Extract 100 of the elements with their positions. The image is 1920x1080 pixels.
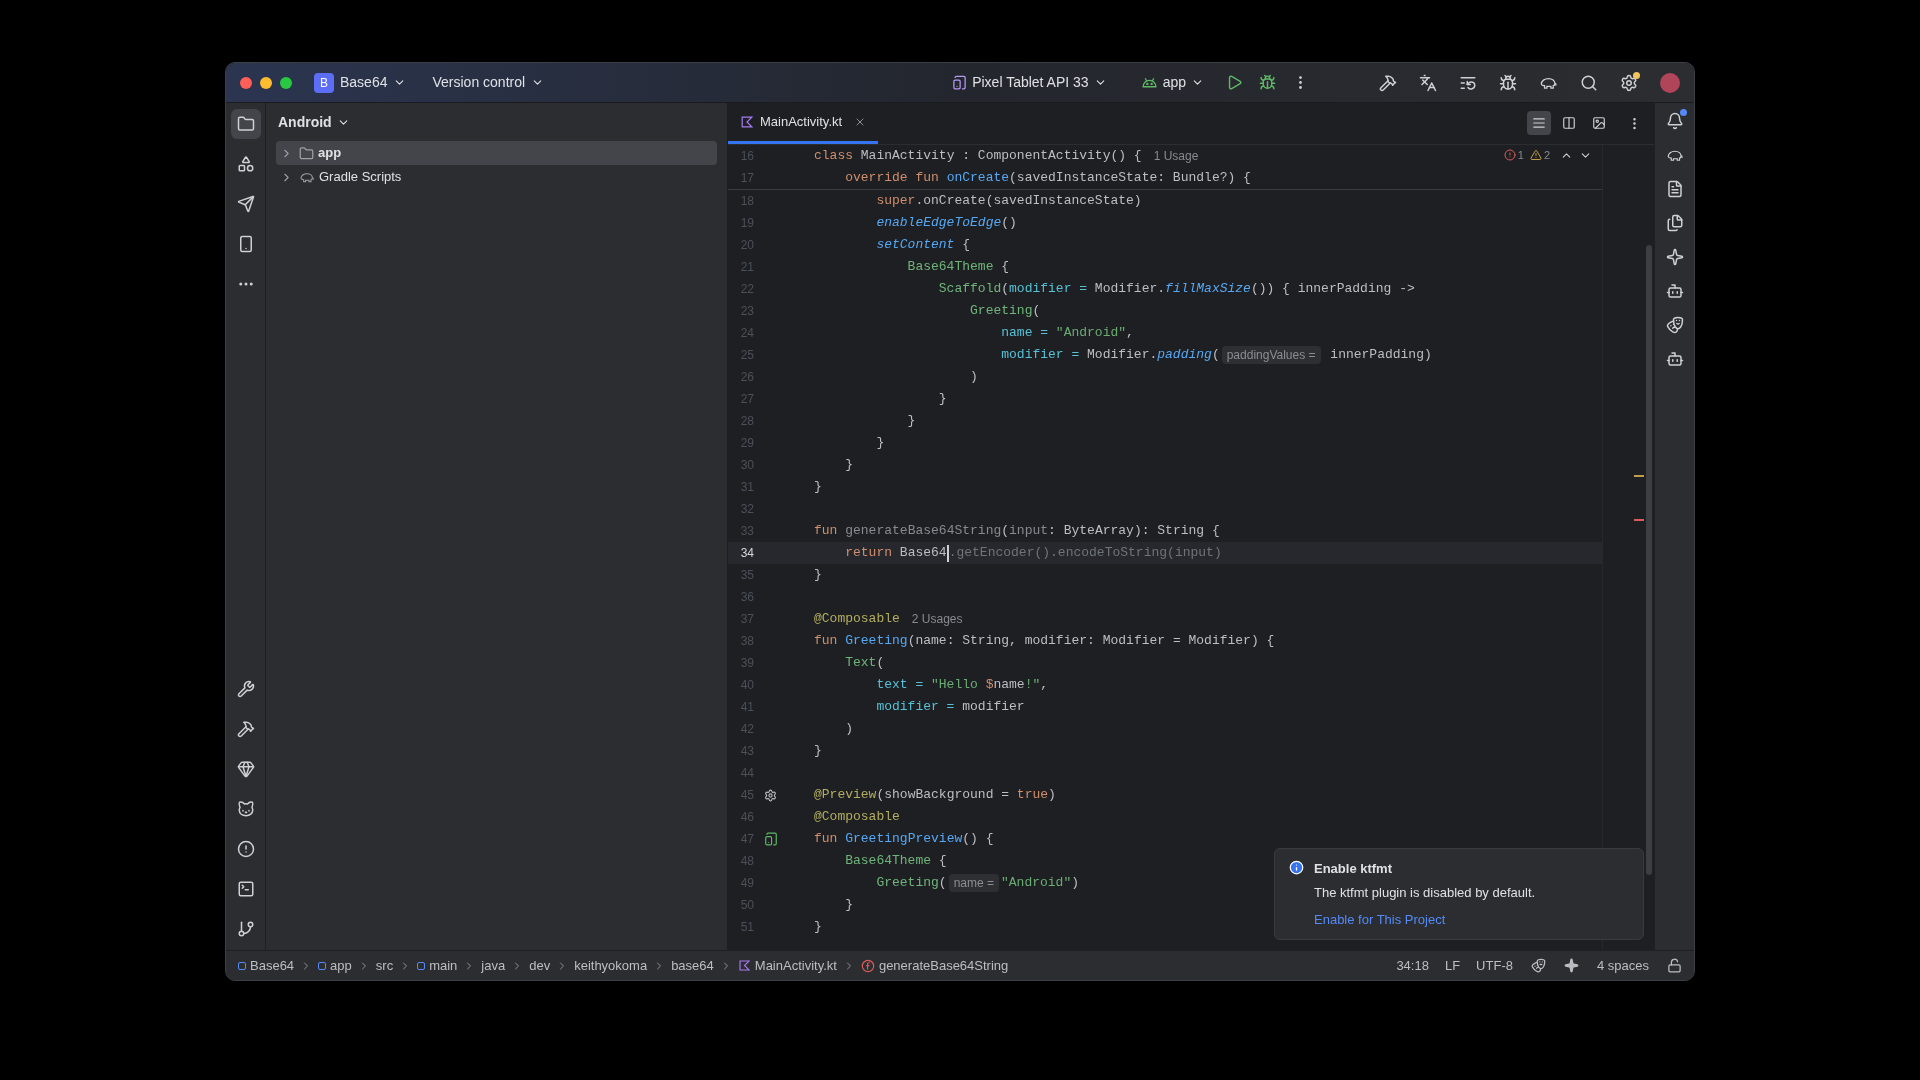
code-text: "Android")	[1001, 874, 1080, 893]
breadcrumb[interactable]: src	[375, 955, 394, 976]
code-text: @Composable	[814, 610, 900, 629]
settings-icon[interactable]	[1620, 73, 1638, 92]
breadcrumb[interactable]: dev	[529, 955, 551, 976]
code-text: )	[844, 720, 853, 739]
tree-item[interactable]: Gradle Scripts	[276, 165, 717, 189]
code-text: enableEdgeToEdge()	[875, 214, 1017, 233]
project-badge: B	[314, 72, 334, 93]
breadcrumb[interactable]: app	[318, 955, 352, 976]
code-text: }	[814, 478, 822, 497]
notification-title: Enable ktfmt	[1314, 859, 1393, 878]
indent-setting[interactable]: 4 spaces	[1596, 955, 1649, 976]
parameter-hint: name =	[948, 874, 999, 892]
code-text: override fun onCreate(savedInstanceState: Bundle?) {	[844, 169, 1251, 188]
code-text: }	[844, 896, 853, 915]
module-icon	[318, 961, 327, 970]
module-icon	[238, 961, 246, 970]
folder-icon[interactable]	[230, 109, 261, 139]
notification-message: The ktfmt plugin is disabled by default.	[1314, 884, 1536, 902]
code-text: Base64Theme {	[906, 258, 1010, 277]
run-config-selector[interactable]: app	[1140, 72, 1204, 93]
breadcrumb[interactable]: main	[417, 955, 458, 976]
masks-icon[interactable]	[1530, 958, 1546, 973]
code-text: @Preview(showBackground = true)	[814, 786, 1056, 805]
breadcrumb[interactable]: keithyokoma	[574, 955, 648, 976]
code-text: name = "Android",	[1000, 324, 1134, 343]
code-text: }	[875, 434, 885, 453]
sparkle-icon[interactable]	[1664, 247, 1685, 267]
kotlin-file-icon	[737, 959, 751, 972]
masks-icon[interactable]	[1664, 315, 1685, 335]
debug-icon[interactable]	[1259, 74, 1276, 91]
error-count[interactable]: 1	[1503, 147, 1524, 164]
enable-link[interactable]: Enable for This Project	[1314, 909, 1536, 929]
tree-item[interactable]: app	[276, 141, 717, 165]
code-text: text = "Hello $name!",	[875, 676, 1049, 695]
code-text: }	[814, 742, 822, 761]
info-icon	[1289, 859, 1304, 875]
scrollbar-thumb[interactable]	[1646, 245, 1652, 875]
function-icon	[860, 958, 875, 973]
code-text: return Base64	[844, 544, 947, 563]
robot-icon[interactable]	[1664, 281, 1685, 301]
code-text: }	[814, 918, 822, 937]
lines-icon[interactable]	[1527, 111, 1551, 135]
code-text: super.onCreate(savedInstanceState)	[875, 192, 1142, 211]
code-text: Scaffold(modifier = Modifier.fillMaxSize()) { innerPadding ->	[937, 280, 1415, 299]
code-text: .getEncoder().encodeToString(input)	[948, 544, 1222, 563]
breadcrumb[interactable]: MainActivity.kt	[737, 955, 837, 976]
preview-icon[interactable]	[764, 832, 778, 846]
close-window-button[interactable]	[240, 76, 252, 89]
code-text: innerPadding)	[1329, 346, 1432, 365]
robot-icon[interactable]	[1664, 349, 1685, 369]
warning-count[interactable]: 2	[1529, 147, 1550, 164]
caret-position[interactable]: 34:18	[1396, 955, 1429, 976]
line-separator[interactable]: LF	[1444, 955, 1461, 976]
search-icon[interactable]	[1580, 73, 1598, 92]
code-text: Base64Theme {	[844, 852, 947, 871]
code-text: modifier = modifier	[875, 698, 1025, 717]
usage-count[interactable]: 1 Usage	[1153, 147, 1199, 165]
code-text: )	[969, 368, 978, 387]
translate-icon[interactable]	[1419, 73, 1437, 92]
device-selector[interactable]: Pixel Tablet API 33	[952, 72, 1107, 93]
user-avatar[interactable]	[1660, 72, 1680, 93]
parameter-hint: paddingValues =	[1221, 346, 1321, 364]
project-view-selector[interactable]: Android	[276, 103, 717, 141]
code-text: }	[906, 412, 916, 431]
code-text: fun generateBase64String(input: ByteArray): String {	[814, 522, 1220, 541]
code-text: modifier = Modifier.padding(	[1000, 346, 1220, 365]
code-text: class MainActivity : ComponentActivity() {	[814, 147, 1142, 166]
tablet-icon	[952, 75, 968, 90]
kotlin-file-icon	[740, 114, 754, 129]
code-text: setContent {	[875, 236, 971, 255]
settings-icon[interactable]	[764, 788, 777, 802]
code-text: fun GreetingPreview() {	[814, 830, 994, 849]
code-text: Text(	[844, 654, 885, 673]
code-text: Greeting(	[875, 874, 947, 893]
breadcrumb[interactable]: java	[481, 955, 506, 976]
minimize-window-button[interactable]	[260, 76, 272, 89]
text-cursor	[946, 544, 949, 562]
bug-icon[interactable]	[1499, 73, 1517, 92]
lock-icon[interactable]	[1667, 958, 1682, 973]
code-text: }	[844, 456, 853, 475]
module-icon	[417, 961, 426, 970]
breadcrumb[interactable]: generateBase64String	[860, 955, 1009, 976]
maximize-window-button[interactable]	[280, 76, 292, 89]
code-text: }	[937, 390, 947, 409]
breadcrumb[interactable]: base64	[671, 955, 714, 976]
file-encoding[interactable]: UTF-8	[1476, 955, 1513, 976]
code-text: @Composable	[814, 808, 900, 827]
code-text: }	[814, 566, 822, 585]
line-number: 34	[739, 545, 754, 562]
breadcrumb[interactable]: Base64	[238, 955, 295, 976]
code-text: Greeting(	[969, 302, 1041, 321]
hammer-icon[interactable]	[1379, 73, 1397, 92]
vcs-selector[interactable]: Version control	[432, 72, 545, 93]
sparkle-icon[interactable]	[1563, 958, 1579, 973]
run-icon[interactable]	[1226, 74, 1243, 91]
usage-count[interactable]: 2 Usages	[911, 610, 963, 628]
project-selector[interactable]: B Base64	[314, 72, 407, 93]
folder-icon	[299, 145, 314, 161]
